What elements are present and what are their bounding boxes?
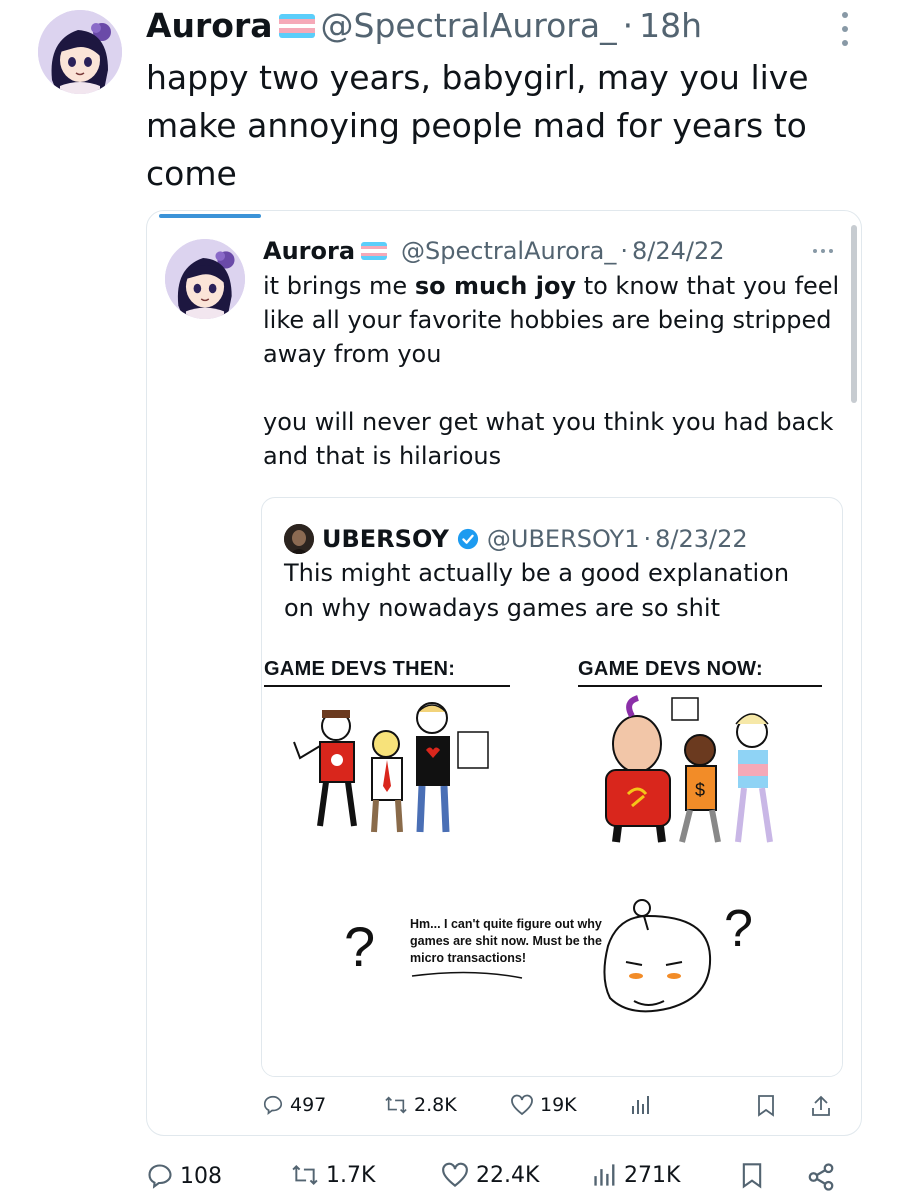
verified-icon — [457, 528, 478, 550]
time-separator: · — [622, 6, 634, 45]
bookmark-icon — [742, 1163, 762, 1189]
svg-text:?: ? — [724, 900, 753, 958]
svg-text:?: ? — [344, 915, 375, 978]
inner-tweet-date[interactable]: 8/23/22 — [655, 525, 748, 553]
trans-flag-icon — [361, 242, 388, 260]
view-count: 271K — [624, 1162, 681, 1188]
trans-flag-icon — [278, 13, 315, 38]
more-icon[interactable] — [836, 12, 854, 46]
quoted-author-handle[interactable]: @SpectralAurora_ — [401, 237, 616, 265]
like-icon — [511, 1094, 533, 1116]
inner-author-handle[interactable]: @UBERSOY1 — [487, 525, 640, 553]
retweet-icon — [292, 1164, 318, 1186]
bold-text: so much joy — [414, 272, 577, 300]
retweet-count: 1.7K — [326, 1162, 376, 1188]
meme-speech-bubble: Hm... I can't quite figure out why games… — [410, 917, 602, 965]
inner-tweet-text: This might actually be a good explanatio… — [284, 559, 790, 622]
author-name[interactable]: Aurora — [146, 6, 273, 45]
meme-image[interactable]: $ ? ? GAME DEVS THEN: GAME DEVS NOW: Hm.… — [262, 646, 842, 1076]
bookmark-button[interactable] — [756, 1094, 776, 1118]
time-separator: · — [620, 237, 628, 265]
quoted-text-paragraph-1: it brings me so much joy to know that yo… — [263, 272, 840, 368]
like-icon — [442, 1162, 468, 1187]
inner-tweet-header: UBERSOY @UBERSOY1 · 8/23/22 — [284, 524, 748, 554]
share-icon — [812, 1095, 830, 1116]
quoted-author-avatar[interactable] — [165, 239, 245, 319]
inner-author-name[interactable]: UBERSOY — [322, 525, 449, 553]
reply-icon — [263, 1095, 283, 1116]
time-separator: · — [643, 525, 652, 553]
like-count: 19K — [540, 1094, 577, 1116]
like-count: 22.4K — [476, 1162, 540, 1188]
like-button[interactable]: 22.4K — [440, 1162, 539, 1188]
retweet-count: 2.8K — [414, 1094, 457, 1116]
views-button[interactable] — [630, 1094, 652, 1116]
views-icon — [594, 1164, 615, 1186]
bookmark-icon — [758, 1095, 774, 1117]
quoted-author-name[interactable]: Aurora — [263, 237, 355, 265]
meme-heading-now: GAME DEVS NOW: — [578, 658, 822, 687]
author-handle[interactable]: @SpectralAurora_ — [321, 6, 617, 45]
views-button[interactable]: 271K — [592, 1162, 680, 1188]
tweet-text: happy two years, babygirl, may you live … — [146, 58, 809, 193]
author-avatar[interactable] — [38, 10, 122, 94]
views-icon — [632, 1096, 649, 1114]
share-icon — [808, 1163, 834, 1191]
quoted-tweet-header: Aurora @SpectralAurora_ · 8/24/22 — [263, 237, 725, 265]
inner-quoted-tweet-card[interactable]: UBERSOY @UBERSOY1 · 8/23/22 This might a… — [261, 497, 843, 1077]
quoted-tweet-card[interactable]: Aurora @SpectralAurora_ · 8/24/22 it bri… — [146, 210, 862, 1136]
retweet-icon — [385, 1096, 407, 1114]
more-icon[interactable] — [813, 249, 833, 253]
tweet-header: Aurora @SpectralAurora_ · 18h — [146, 6, 702, 45]
quoted-text-paragraph-2: you will never get what you think you ha… — [263, 408, 834, 470]
svg-text:$: $ — [695, 780, 705, 800]
retweet-button[interactable]: 2.8K — [384, 1094, 457, 1116]
tweet-time[interactable]: 18h — [639, 6, 702, 45]
reply-button[interactable]: 108 — [146, 1162, 222, 1190]
inner-author-avatar[interactable] — [284, 524, 314, 554]
like-button[interactable]: 19K — [510, 1094, 577, 1116]
reply-count: 108 — [180, 1163, 222, 1189]
scrollbar[interactable] — [851, 225, 857, 403]
reply-count: 497 — [290, 1094, 327, 1116]
media-progress-bar — [159, 214, 261, 218]
reply-icon — [148, 1164, 172, 1189]
retweet-button[interactable]: 1.7K — [290, 1162, 375, 1188]
share-button[interactable] — [806, 1162, 836, 1192]
share-button[interactable] — [810, 1094, 832, 1118]
meme-drawing: $ ? ? — [293, 695, 773, 1013]
bookmark-button[interactable] — [740, 1162, 764, 1190]
quoted-tweet-text: it brings me so much joy to know that yo… — [263, 269, 847, 507]
quoted-tweet-date[interactable]: 8/24/22 — [632, 237, 725, 265]
reply-button[interactable]: 497 — [262, 1094, 326, 1116]
meme-heading-then: GAME DEVS THEN: — [264, 658, 510, 687]
